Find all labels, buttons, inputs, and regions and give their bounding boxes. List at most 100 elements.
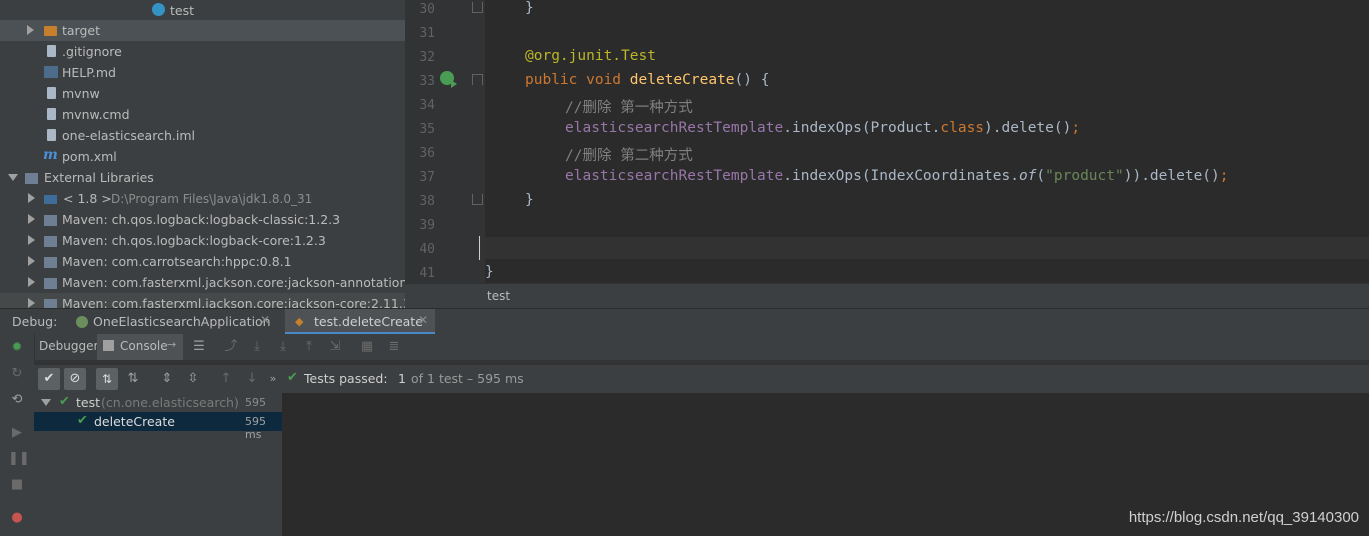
chevron-right-icon[interactable]	[28, 277, 35, 287]
tree-item-iml[interactable]: one-elasticsearch.iml	[0, 125, 405, 146]
tree-item-jdk[interactable]: < 1.8 > D:\Program Files\Java\jdk1.8.0_3…	[0, 188, 405, 209]
trace-icon[interactable]: ≣	[385, 338, 403, 356]
text-caret	[479, 236, 480, 260]
line-number: 40	[419, 242, 435, 257]
sort-alphabetically-icon[interactable]: ⇅	[96, 368, 118, 390]
more-icon[interactable]: »	[264, 370, 282, 388]
tree-item-lib[interactable]: Maven: ch.qos.logback:logback-classic:1.…	[0, 209, 405, 230]
fold-marker-icon[interactable]	[472, 74, 483, 85]
markdown-icon	[44, 66, 58, 78]
line-number: 38	[419, 194, 435, 209]
tab-test-delete-create[interactable]: ◆ test.deleteCreate ✕	[285, 309, 435, 334]
code-line: elasticsearchRestTemplate.indexOps(Index…	[565, 168, 1229, 184]
code-line: }	[525, 192, 534, 208]
chevron-right-icon[interactable]	[28, 298, 35, 308]
sort-by-duration-icon[interactable]: ⇅	[124, 370, 142, 388]
test-case-row[interactable]: ✔ deleteCreate 595 ms	[34, 412, 282, 441]
debug-tabs-bar: Debug: OneElasticsearchApplication ✕ ◆ t…	[0, 308, 1369, 335]
fold-marker-icon[interactable]	[472, 194, 483, 205]
code-line: public void deleteCreate() {	[525, 72, 770, 88]
step-over-icon[interactable]: ⤓	[248, 338, 266, 356]
code-line: //删除 第二种方式	[565, 148, 693, 164]
chevron-right-icon[interactable]	[27, 25, 34, 35]
test-suite-label: test	[76, 395, 101, 410]
tree-item-lib[interactable]: Maven: com.fasterxml.jackson.core:jackso…	[0, 293, 405, 308]
tree-item-label: target	[62, 23, 101, 38]
project-tree-header[interactable]: test	[0, 0, 405, 21]
tree-item-label: .gitignore	[62, 44, 122, 59]
show-execution-point-icon[interactable]: ⤴	[222, 338, 240, 356]
tree-item-external-libraries[interactable]: External Libraries	[0, 167, 405, 188]
chevron-right-icon[interactable]	[28, 256, 35, 266]
close-icon[interactable]: ✕	[260, 313, 270, 327]
class-file-icon	[152, 3, 165, 16]
bug-icon[interactable]: ✹	[8, 339, 26, 357]
collapse-all-icon[interactable]: ⇳	[184, 370, 202, 388]
tree-item-target[interactable]: target	[0, 20, 405, 41]
debug-sidebar: ✹ ↻ ⟲ ▶ ❚❚ ■ ●	[0, 334, 35, 536]
view-breakpoints-icon[interactable]: ●	[8, 509, 26, 527]
file-icon	[47, 45, 56, 57]
tab-label: OneElasticsearchApplication	[93, 314, 271, 329]
evaluate-icon[interactable]: ▦	[358, 338, 376, 356]
run-to-cursor-icon[interactable]: ⇲	[326, 338, 344, 356]
chevron-right-icon[interactable]	[28, 193, 35, 203]
tests-status-suffix: of 1 test – 595 ms	[411, 371, 524, 386]
tree-item-lib[interactable]: Maven: ch.qos.logback:logback-core:1.2.3	[0, 230, 405, 251]
run-arrow-icon	[451, 80, 457, 88]
menu-lines-icon[interactable]: ☰	[190, 338, 208, 356]
test-case-time: 595 ms	[245, 415, 266, 441]
expand-all-icon[interactable]: ⇕	[158, 370, 176, 388]
resume-icon[interactable]: ▶	[8, 424, 26, 442]
tree-header-label: test	[170, 3, 195, 18]
rerun-icon[interactable]: ↻	[8, 365, 26, 383]
tree-item-lib[interactable]: Maven: com.carrotsearch:hppc:0.8.1	[0, 251, 405, 272]
pin-icon[interactable]: →	[167, 338, 176, 351]
previous-failed-icon[interactable]: ↑	[217, 370, 235, 388]
tab-label: Console	[120, 339, 168, 353]
breadcrumb[interactable]: test	[487, 289, 510, 303]
reload-icon[interactable]: ⟲	[8, 391, 26, 409]
tree-item-pom[interactable]: m pom.xml	[0, 146, 405, 167]
test-suite-row[interactable]: ✔ test (cn.one.elasticsearch) 595 ms	[34, 393, 282, 422]
tab-console[interactable]: Console →	[97, 334, 183, 360]
passed-check-icon: ✔	[287, 370, 298, 385]
step-out-icon[interactable]: ⤒	[300, 338, 318, 356]
chevron-right-icon[interactable]	[28, 235, 35, 245]
tree-item-label: External Libraries	[44, 170, 154, 185]
library-icon	[25, 173, 38, 184]
tab-label: test.deleteCreate	[314, 314, 423, 329]
chevron-down-icon[interactable]	[41, 399, 51, 406]
tree-item-label: Maven: ch.qos.logback:logback-classic:1.…	[62, 212, 341, 227]
jdk-icon	[44, 195, 57, 204]
chevron-right-icon[interactable]	[28, 214, 35, 224]
file-icon	[47, 108, 56, 120]
tree-item-gitignore[interactable]: .gitignore	[0, 41, 405, 62]
line-number: 34	[419, 98, 435, 113]
close-icon[interactable]: ✕	[418, 313, 428, 327]
code-line: @org.junit.Test	[525, 48, 656, 64]
tree-item-label: pom.xml	[62, 149, 117, 164]
passed-check-icon: ✔	[77, 413, 88, 428]
library-icon	[44, 257, 57, 268]
tab-one-elasticsearch-application[interactable]: OneElasticsearchApplication ✕	[66, 309, 274, 334]
next-failed-icon[interactable]: ↓	[243, 370, 261, 388]
show-passed-icon[interactable]: ✔	[38, 368, 60, 390]
tree-item-mvnw[interactable]: mvnw	[0, 83, 405, 104]
line-number: 35	[419, 122, 435, 137]
test-results-tree: ✔ test (cn.one.elasticsearch) 595 ms ✔ d…	[34, 393, 283, 536]
tab-debugger[interactable]: Debugger	[34, 334, 98, 360]
stop-icon[interactable]: ■	[8, 476, 26, 494]
pause-icon[interactable]: ❚❚	[8, 450, 30, 468]
show-ignored-icon[interactable]: ⊘	[64, 368, 86, 390]
project-tree: test target .gitignore HELP.md mvnw mvnw…	[0, 0, 405, 308]
chevron-down-icon[interactable]	[8, 174, 18, 181]
tree-item-mvnw-cmd[interactable]: mvnw.cmd	[0, 104, 405, 125]
code-line: }	[485, 264, 494, 280]
step-into-icon[interactable]: ⤓	[274, 338, 292, 356]
tests-status-prefix: Tests passed:	[304, 371, 388, 386]
line-number: 36	[419, 146, 435, 161]
fold-marker-icon[interactable]	[472, 2, 483, 13]
tree-item-help-md[interactable]: HELP.md	[0, 62, 405, 83]
tree-item-lib[interactable]: Maven: com.fasterxml.jackson.core:jackso…	[0, 272, 405, 293]
